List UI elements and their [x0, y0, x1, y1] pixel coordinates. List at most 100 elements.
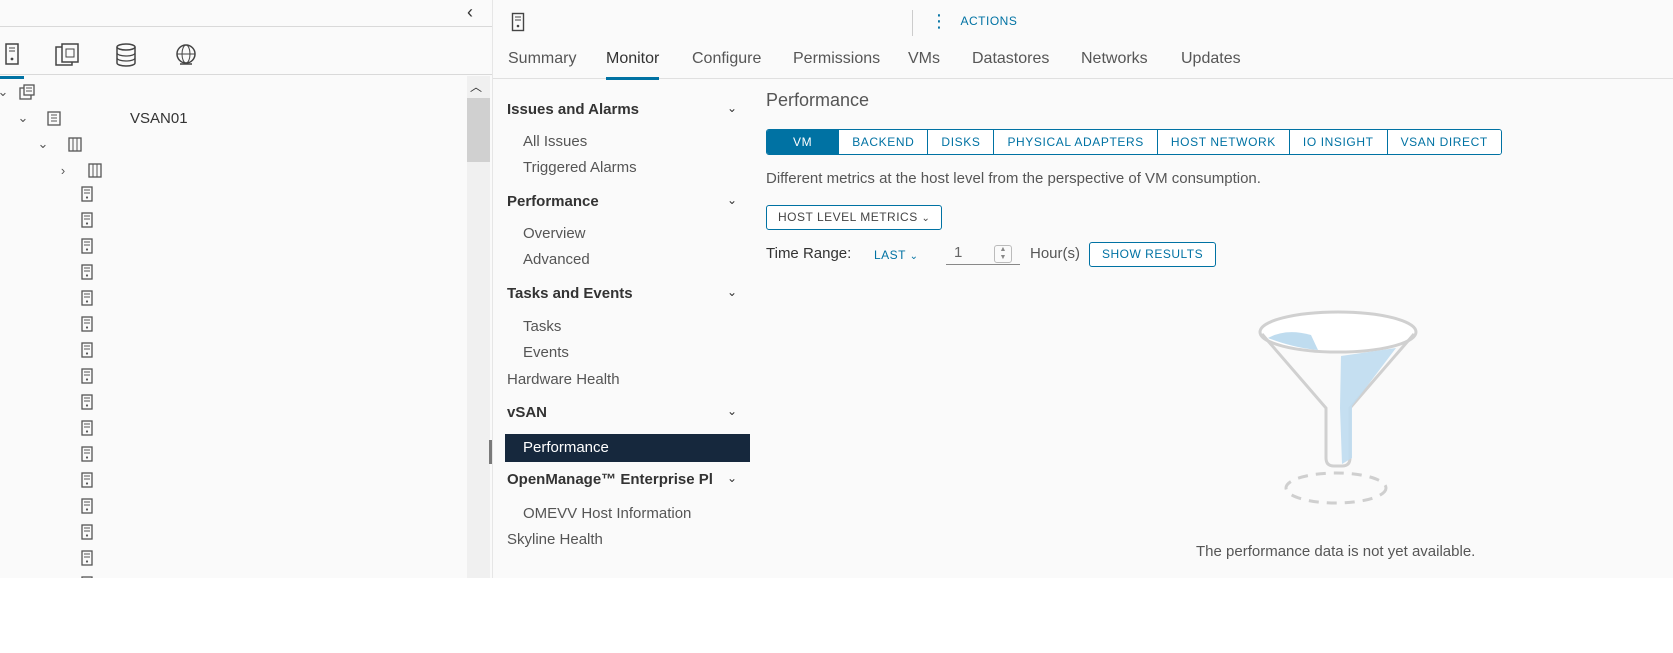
chevron-up-icon[interactable]: ︿ — [470, 78, 482, 95]
show-results-button[interactable]: SHOW RESULTS — [1089, 242, 1217, 267]
tab-summary[interactable]: Summary — [508, 50, 576, 68]
inventory-tabs — [0, 40, 492, 79]
tree-row-host[interactable] — [80, 364, 94, 388]
object-tabs: Summary Monitor Configure Permissions VM… — [493, 44, 1673, 80]
nav-item-overview[interactable]: Overview — [523, 225, 586, 242]
chevron-down-icon: ⌄ — [726, 404, 737, 418]
networking-icon[interactable] — [174, 42, 202, 70]
actions-menu[interactable]: ⋮ ACTIONS — [930, 12, 1017, 30]
host-icon — [81, 576, 93, 578]
vms-and-templates-icon[interactable] — [54, 42, 82, 70]
chevron-down-icon: ⌄ — [726, 193, 737, 207]
nav-item-events[interactable]: Events — [523, 344, 569, 361]
tree-row-host[interactable] — [80, 182, 94, 206]
chevron-down-icon: ⌄ — [726, 471, 737, 485]
segment-physical-adapters[interactable]: PHYSICAL ADAPTERS — [994, 130, 1158, 154]
panel-splitter[interactable] — [489, 440, 492, 464]
tree-row-host[interactable] — [80, 260, 94, 284]
tab-configure[interactable]: Configure — [692, 50, 761, 68]
chevron-down-icon[interactable]: ⌄ — [14, 110, 32, 126]
nav-group-tasks-events[interactable]: Tasks and Events ⌄ — [507, 285, 745, 302]
time-range-value-input[interactable]: 1 ▲ ▼ — [946, 242, 1020, 265]
chevron-down-icon[interactable]: ⌄ — [34, 136, 52, 152]
tree-row-host[interactable] — [80, 286, 94, 310]
tree-row-vsan-cluster[interactable]: ⌄ — [34, 132, 84, 156]
host-icon — [81, 342, 93, 358]
segment-disks[interactable]: DISKS — [928, 130, 995, 154]
segment-io-insight[interactable]: IO INSIGHT — [1289, 130, 1388, 154]
host-icon — [81, 186, 93, 202]
host-icon — [81, 524, 93, 540]
nav-item-tasks[interactable]: Tasks — [523, 318, 561, 335]
nav-item-triggered-alarms[interactable]: Triggered Alarms — [523, 159, 637, 176]
host-icon — [81, 290, 93, 306]
nav-item-skyline-health[interactable]: Skyline Health — [507, 531, 603, 548]
header-separator — [912, 10, 913, 36]
nav-item-hardware-health[interactable]: Hardware Health — [507, 371, 620, 388]
tree-row-host[interactable] — [80, 234, 94, 258]
tree-row-host[interactable] — [80, 520, 94, 544]
datacenter-icon — [19, 84, 35, 100]
tree-row-host[interactable] — [80, 416, 94, 440]
nav-group-openmanage[interactable]: OpenManage™ Enterprise Pl ⌄ — [507, 471, 745, 488]
tree-row-host[interactable] — [80, 572, 94, 578]
cluster-label: VSAN01 — [130, 109, 188, 127]
tab-networks[interactable]: Networks — [1081, 50, 1148, 68]
hosts-and-clusters-icon[interactable] — [0, 42, 30, 79]
tab-permissions[interactable]: Permissions — [793, 50, 880, 68]
host-level-metrics-dropdown[interactable]: HOST LEVEL METRICS ⌄ — [766, 205, 943, 230]
select-label: LAST — [874, 248, 906, 262]
chevron-down-icon: ⌄ — [921, 213, 931, 224]
tree-scrollbar[interactable]: ︿ — [467, 76, 490, 578]
tree-row-host[interactable] — [80, 338, 94, 362]
host-icon — [511, 12, 525, 37]
page-title: Performance — [766, 90, 870, 110]
tree-row-host[interactable] — [80, 468, 94, 492]
segment-backend[interactable]: BACKEND — [839, 130, 929, 154]
tab-monitor[interactable]: Monitor — [606, 50, 660, 80]
performance-content: Performance VM BACKEND DISKS PHYSICAL AD… — [766, 90, 1666, 578]
tree-row-host[interactable] — [80, 546, 94, 570]
input-value: 1 — [954, 244, 963, 261]
segment-vsan-direct[interactable]: VSAN DIRECT — [1387, 130, 1501, 154]
tab-vms[interactable]: VMs — [908, 50, 940, 68]
time-range-label: Time Range: — [766, 245, 852, 262]
tree-row-host[interactable] — [80, 208, 94, 232]
segment-vm[interactable]: VM — [767, 130, 840, 154]
chevron-down-icon[interactable]: ⌄ — [0, 84, 12, 100]
tab-datastores[interactable]: Datastores — [972, 50, 1049, 68]
tree-row-host[interactable] — [80, 494, 94, 518]
tree-row-host[interactable] — [80, 312, 94, 336]
tree-row-datacenter[interactable]: ⌄ — [0, 80, 36, 104]
host-icon — [81, 550, 93, 566]
nav-group-vsan[interactable]: vSAN ⌄ — [507, 404, 745, 421]
tree-row-host[interactable] — [80, 390, 94, 414]
time-range-mode-select[interactable]: LAST ⌄ — [874, 248, 919, 262]
storage-icon[interactable] — [114, 42, 142, 70]
host-icon — [81, 264, 93, 280]
performance-segments: VM BACKEND DISKS PHYSICAL ADAPTERS HOST … — [766, 129, 1502, 155]
nav-group-issues[interactable]: Issues and Alarms ⌄ — [507, 101, 745, 118]
nav-item-omevv-host-info[interactable]: OMEVV Host Information — [523, 505, 691, 522]
tree-row-host[interactable] — [80, 442, 94, 466]
nav-item-vsan-performance[interactable]: Performance — [505, 434, 750, 462]
nav-group-performance[interactable]: Performance ⌄ — [507, 193, 745, 210]
stepper-icon[interactable]: ▲ ▼ — [994, 245, 1012, 263]
scroll-thumb[interactable] — [467, 98, 490, 162]
description: Different metrics at the host level from… — [766, 170, 1261, 187]
chevron-right-icon[interactable]: › — [54, 163, 72, 178]
tab-updates[interactable]: Updates — [1181, 50, 1241, 68]
host-icon — [81, 420, 93, 436]
host-icon — [81, 498, 93, 514]
nav-item-all-issues[interactable]: All Issues — [523, 133, 587, 150]
inventory-tree: ⌄ ⌄ VSAN01 ⌄ › — [0, 76, 466, 578]
segment-host-network[interactable]: HOST NETWORK — [1157, 130, 1290, 154]
nav-group-label: Performance — [507, 193, 599, 210]
collapse-panel-icon[interactable]: ‹ — [467, 2, 485, 22]
nav-item-advanced[interactable]: Advanced — [523, 251, 590, 268]
tree-row-sub-cluster[interactable]: › — [54, 158, 104, 182]
host-icon — [81, 212, 93, 228]
cluster-icon — [88, 163, 102, 178]
host-icon — [81, 394, 93, 410]
tree-row-cluster[interactable]: ⌄ VSAN01 — [14, 106, 188, 130]
